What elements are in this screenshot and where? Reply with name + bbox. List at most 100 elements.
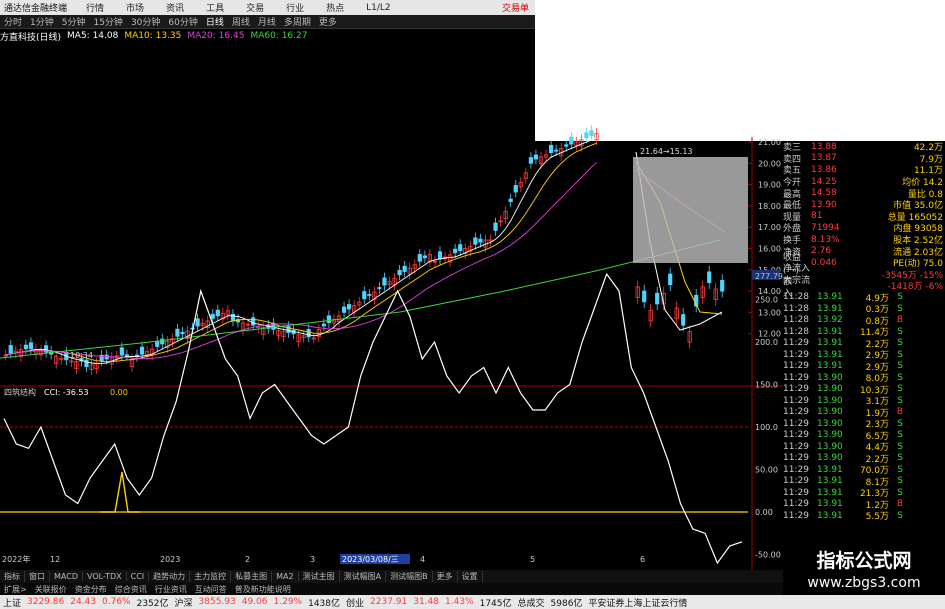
tick-side: S bbox=[897, 361, 903, 372]
tick-time: 11:29 bbox=[783, 476, 809, 487]
extension-tab[interactable]: 资金分布 bbox=[71, 584, 111, 595]
tick-time: 11:29 bbox=[783, 430, 809, 441]
indicator-tab[interactable]: MA2 bbox=[272, 572, 299, 581]
period-item[interactable]: 30分钟 bbox=[127, 15, 164, 28]
indicator-tab[interactable]: 更多 bbox=[433, 571, 458, 582]
index-val: 2237.91 bbox=[370, 597, 408, 607]
quote-row: 大宗流入 -1418万 -6% bbox=[783, 276, 945, 299]
stock-name[interactable]: 方直科技(日线) bbox=[0, 30, 67, 43]
tick-price: 13.90 bbox=[817, 430, 843, 441]
candle-body bbox=[367, 294, 372, 296]
tick-time: 11:28 bbox=[783, 303, 809, 314]
period-item[interactable]: 5分钟 bbox=[58, 15, 90, 28]
candle-body bbox=[668, 273, 673, 286]
indicator-tabs: 指标 窗口 MACD VOL-TDX CCI 趋势动力 主力监控 私募主图 MA2 测试主图 测试幅… bbox=[0, 570, 783, 583]
menu-item[interactable]: 行情 bbox=[75, 1, 115, 14]
tick-side: S bbox=[897, 338, 903, 349]
index-label[interactable]: 上证 bbox=[0, 596, 24, 609]
menu-item[interactable]: 热点 bbox=[315, 1, 355, 14]
indicator-tab[interactable]: 设置 bbox=[458, 571, 483, 582]
index-label[interactable]: 创业 bbox=[343, 596, 367, 609]
tick-side: S bbox=[897, 453, 903, 464]
trade-button[interactable]: 交易单 bbox=[502, 1, 529, 14]
extension-tab[interactable]: 行业资讯 bbox=[151, 584, 191, 595]
extension-tab[interactable]: 互动问答 bbox=[191, 584, 231, 595]
tick-price: 13.91 bbox=[817, 361, 843, 372]
menu-item[interactable]: 交易 bbox=[235, 1, 275, 14]
tick-list[interactable]: 11:28 13.91 4.9万 S 11:28 13.91 0.3万 S 11:28 13.92… bbox=[783, 292, 945, 522]
cci-tick: 277.79 bbox=[755, 272, 783, 281]
tick-price: 13.90 bbox=[817, 418, 843, 429]
candle-body bbox=[422, 255, 427, 259]
quote-value: 2.76 bbox=[811, 246, 832, 257]
candle-body bbox=[564, 144, 569, 147]
broker-label: 平安证券上海上证云行情 bbox=[588, 598, 688, 609]
tick-price: 13.92 bbox=[817, 315, 843, 326]
quote-value: 14.58 bbox=[811, 188, 837, 199]
candle-body bbox=[377, 287, 382, 289]
indicator-tab[interactable]: CCI bbox=[127, 572, 150, 581]
quote-value: 8.13% bbox=[811, 234, 840, 245]
candle-body bbox=[104, 354, 109, 360]
kline-chart-area[interactable]: 21.64→15.13 10.34 21.0020.0019.0018.0017… bbox=[0, 42, 783, 570]
period-item[interactable]: 周线 bbox=[228, 15, 254, 28]
index-pct: 1.43% bbox=[445, 597, 474, 607]
indicator-tab[interactable]: 窗口 bbox=[25, 571, 50, 582]
period-item[interactable]: 分时 bbox=[0, 15, 26, 28]
indicator-tab[interactable]: 私募主图 bbox=[231, 571, 273, 582]
period-item[interactable]: 日线 bbox=[202, 15, 228, 28]
extension-tab[interactable]: 扩展> bbox=[0, 584, 31, 595]
quote-value: 13.87 bbox=[811, 153, 837, 164]
candle-body bbox=[655, 292, 660, 305]
candle-body bbox=[23, 344, 29, 350]
tick-qty: 5.5万 bbox=[865, 512, 889, 523]
period-item[interactable]: 多周期 bbox=[280, 15, 315, 28]
tick-time: 11:29 bbox=[783, 395, 809, 406]
candle-body bbox=[124, 354, 129, 357]
zoom-selection-box[interactable] bbox=[633, 157, 748, 263]
indicator-tab[interactable]: 测试主图 bbox=[299, 571, 340, 582]
menu-item[interactable]: 市场 bbox=[115, 1, 155, 14]
menu-item[interactable]: L1/L2 bbox=[355, 3, 402, 13]
tick-time: 11:29 bbox=[783, 361, 809, 372]
quote-row: 卖五 13.86 11.1万 bbox=[783, 164, 945, 177]
tick-price: 13.91 bbox=[817, 349, 843, 360]
extension-tab[interactable]: 关联报价 bbox=[31, 584, 71, 595]
candle-body bbox=[306, 329, 311, 338]
tick-side: S bbox=[897, 418, 903, 429]
menu-item[interactable]: 行业 bbox=[275, 1, 315, 14]
period-item[interactable]: 60分钟 bbox=[164, 15, 201, 28]
cci-value: CCI: -36.53 bbox=[44, 388, 89, 397]
index-val: 3855.93 bbox=[198, 597, 236, 607]
extension-tab[interactable]: 综合资讯 bbox=[111, 584, 151, 595]
index-label[interactable]: 沪深 bbox=[172, 596, 196, 609]
indicator-tab[interactable]: 趋势动力 bbox=[149, 571, 191, 582]
tick-time: 11:29 bbox=[783, 487, 809, 498]
tick-price: 13.90 bbox=[817, 384, 843, 395]
x-axis-label: 6 bbox=[640, 555, 645, 564]
low-annotation: 10.34 bbox=[70, 351, 93, 360]
indicator-tab[interactable]: 指标 bbox=[0, 571, 25, 582]
tick-price: 13.91 bbox=[817, 326, 843, 337]
tick-time: 11:29 bbox=[783, 464, 809, 475]
indicator-tab[interactable]: 测试幅图A bbox=[340, 571, 387, 582]
period-item[interactable]: 更多 bbox=[315, 15, 341, 28]
indicator-tab[interactable]: VOL-TDX bbox=[83, 572, 127, 581]
indicator-tab[interactable]: 主力监控 bbox=[190, 571, 232, 582]
menu-item[interactable]: 工具 bbox=[195, 1, 235, 14]
menu-item[interactable]: 资讯 bbox=[155, 1, 195, 14]
tick-price: 13.90 bbox=[817, 453, 843, 464]
period-item[interactable]: 15分钟 bbox=[89, 15, 126, 28]
extension-tab[interactable]: 普及新功能说明 bbox=[231, 584, 295, 595]
candle-body bbox=[453, 248, 458, 254]
period-item[interactable]: 1分钟 bbox=[26, 15, 58, 28]
indicator-tab[interactable]: MACD bbox=[50, 572, 83, 581]
period-item[interactable]: 月线 bbox=[254, 15, 280, 28]
date-cursor-label: 2023/03/08/三 bbox=[342, 555, 399, 564]
tick-price: 13.90 bbox=[817, 441, 843, 452]
candle-body bbox=[119, 347, 124, 356]
title-bar: 通达信金融终端 行情 市场 资讯 工具 交易 行业 热点 L1/L2 交易单 bbox=[0, 0, 535, 15]
candle-body bbox=[402, 265, 407, 272]
indicator-tab[interactable]: 测试幅图B bbox=[386, 571, 433, 582]
site-watermark: 指标公式网 www.zbgs3.com bbox=[783, 548, 945, 594]
